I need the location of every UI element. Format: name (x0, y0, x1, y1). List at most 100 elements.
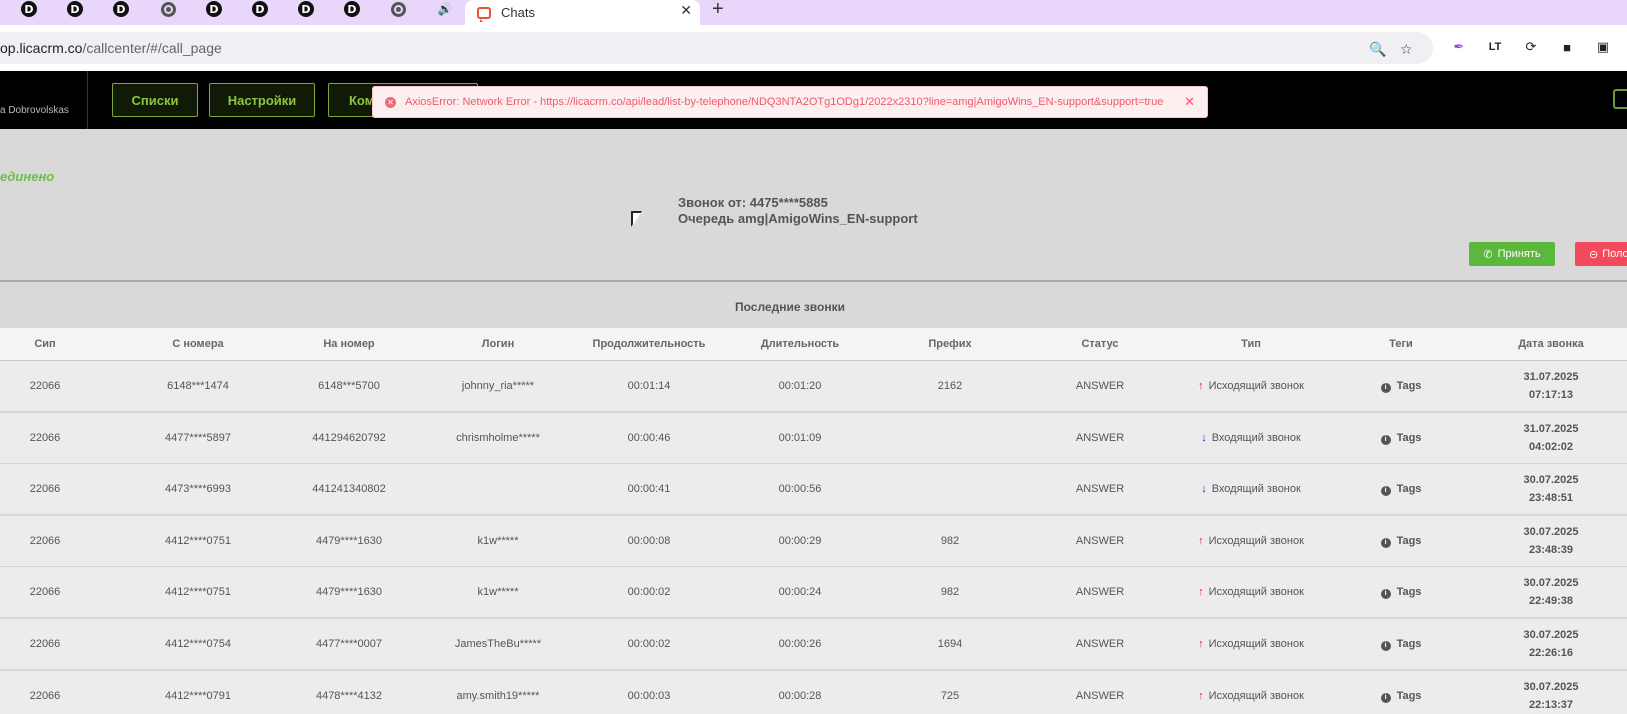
recent-calls-title: Последние звонки (734, 300, 845, 314)
table-row[interactable]: 22066 4412****0791 4478****4132 amy.smith19… (0, 670, 1627, 714)
chrome-icon (390, 1, 406, 17)
close-icon[interactable]: ✕ (1184, 94, 1195, 110)
cell-length: 00:00:29 (778, 534, 822, 547)
pinned-tab[interactable]: D (339, 0, 365, 18)
arrow-up-icon: ↑ (1198, 380, 1204, 392)
cell-login: johnny_ria***** (461, 380, 535, 392)
table-row[interactable]: 22066 4473****6993 441241340802 00:00:41 00:… (0, 464, 1627, 516)
info-icon: i (1380, 589, 1391, 600)
tab-chats[interactable]: Chats ✕ (465, 0, 700, 25)
cell-type: ↓ Входящий звонок (1176, 432, 1326, 444)
time-value: 22:49:38 (1528, 595, 1574, 608)
type-label: Исходящий звонок (1208, 586, 1304, 599)
tags-button[interactable]: i Tags (1326, 432, 1476, 445)
time-value: 07:17:13 (1528, 389, 1574, 401)
address-bar[interactable]: op.licacrm.co/callcenter/#/call_page 🔍 ☆ (0, 32, 1433, 64)
cell-login: JamesTheBu***** (454, 638, 542, 650)
info-icon: i (1380, 486, 1391, 497)
column-header[interactable]: Теги (1326, 338, 1476, 350)
close-icon[interactable]: ✕ (680, 2, 692, 19)
tags-button[interactable]: i Tags (1326, 690, 1476, 703)
column-header[interactable]: Длительность (725, 338, 875, 350)
accept-call-button[interactable]: ✆ Принять (1469, 242, 1555, 266)
tags-label: Tags (1396, 586, 1422, 599)
column-header[interactable]: С номера (123, 338, 273, 350)
table-row[interactable]: 22066 6148***1474 6148***5700 johnny_ria***… (0, 361, 1627, 412)
table-row[interactable]: 22066 4412****0751 4479****1630 k1w***** 00:… (0, 515, 1627, 567)
cell-duration: 00:00:02 (627, 586, 671, 599)
incognito-extension-icon[interactable]: ■ (1557, 37, 1577, 57)
chat-icon[interactable] (1613, 89, 1627, 109)
d-logo-icon: D (298, 1, 314, 17)
sync-extension-icon[interactable]: ⟳ (1521, 37, 1541, 57)
reject-call-button[interactable]: ⊝ Поло (1575, 242, 1627, 266)
table-row[interactable]: 22066 4412****0754 4477****0007 JamesTheBu*… (0, 619, 1627, 670)
cell-type: ↑ Исходящий звонок (1176, 535, 1326, 547)
arrow-up-icon: ↑ (1198, 689, 1204, 702)
date-value: 30.07.2025 (1523, 525, 1579, 538)
table-row[interactable]: 22066 4477****5897 441294620792 chrismholme… (0, 412, 1627, 464)
time-value: 23:48:39 (1528, 543, 1574, 556)
new-tab-button[interactable]: + (712, 0, 724, 21)
time-value: 04:02:02 (1528, 440, 1574, 453)
url-text: op.licacrm.co/callcenter/#/call_page (0, 40, 222, 56)
cell-prefix: 2162 (937, 380, 963, 392)
puzzle-extensions-icon[interactable]: ▣ (1593, 37, 1613, 57)
cell-prefix: 1694 (937, 638, 963, 650)
chrome-icon (160, 1, 176, 17)
speaker-icon[interactable]: 🔊 (432, 0, 458, 18)
type-label: Входящий звонок (1211, 483, 1301, 496)
column-header[interactable]: Статус (1025, 338, 1175, 350)
nav-settings-button[interactable]: Настройки (209, 83, 315, 117)
date-value: 31.07.2025 (1523, 371, 1579, 383)
translate-extension-icon[interactable]: LT (1485, 37, 1505, 57)
tags-button[interactable]: i Tags (1326, 380, 1476, 393)
cell-length: 00:00:56 (778, 483, 822, 496)
tags-button[interactable]: i Tags (1326, 483, 1476, 497)
error-notification: ✕ AxiosError: Network Error - https://li… (372, 86, 1208, 118)
cell-from: 4412****0791 (164, 689, 232, 702)
time-value: 22:13:37 (1528, 698, 1574, 711)
column-header[interactable]: Логин (423, 338, 573, 350)
cell-date: 30.07.2025 22:26:16 (1476, 626, 1626, 662)
pinned-tab[interactable]: D (62, 0, 88, 18)
pinned-tab[interactable]: D (16, 0, 42, 18)
pinned-tab[interactable]: D (201, 0, 227, 18)
feather-extension-icon[interactable]: ✒ (1449, 37, 1469, 57)
nav-lists-button[interactable]: Списки (112, 83, 198, 117)
column-header[interactable]: Дата звонка (1476, 338, 1626, 350)
pinned-tab[interactable]: D (247, 0, 273, 18)
cell-from: 4412****0751 (164, 534, 232, 547)
column-header[interactable]: Продолжительность (574, 338, 724, 350)
cell-prefix: 982 (940, 586, 960, 599)
tags-button[interactable]: i Tags (1326, 586, 1476, 600)
cell-duration: 00:00:02 (627, 638, 671, 650)
pinned-tab[interactable] (155, 0, 181, 18)
star-icon[interactable]: ☆ (1400, 41, 1413, 58)
zoom-icon[interactable]: 🔍 (1369, 41, 1386, 58)
column-header[interactable]: Префих (875, 338, 1025, 350)
pinned-tab[interactable] (385, 0, 411, 18)
type-label: Исходящий звонок (1208, 534, 1304, 547)
tags-label: Tags (1396, 638, 1422, 650)
arrow-down-icon: ↓ (1201, 431, 1207, 444)
cell-login: k1w***** (477, 534, 519, 547)
tags-label: Tags (1396, 534, 1422, 547)
cell-to: 4477****0007 (315, 638, 383, 650)
table-row[interactable]: 22066 4412****0751 4479****1630 k1w***** 00:… (0, 567, 1627, 619)
tags-button[interactable]: i Tags (1326, 638, 1476, 651)
tags-button[interactable]: i Tags (1326, 535, 1476, 548)
cell-duration: 00:00:08 (627, 534, 671, 547)
pinned-tab[interactable]: D (108, 0, 134, 18)
column-header[interactable]: Сип (0, 338, 120, 350)
column-header[interactable]: На номер (274, 338, 424, 350)
cell-sip: 22066 (29, 638, 61, 650)
column-header[interactable]: Тип (1176, 338, 1326, 350)
tags-label: Tags (1396, 431, 1422, 444)
type-label: Исходящий звонок (1208, 689, 1304, 702)
cell-type: ↑ Исходящий звонок (1176, 380, 1326, 392)
cell-date: 30.07.2025 23:48:39 (1476, 523, 1626, 559)
cell-login: chrismholme***** (456, 431, 540, 444)
pinned-tab[interactable]: D (293, 0, 319, 18)
date-value: 30.07.2025 (1523, 474, 1579, 487)
